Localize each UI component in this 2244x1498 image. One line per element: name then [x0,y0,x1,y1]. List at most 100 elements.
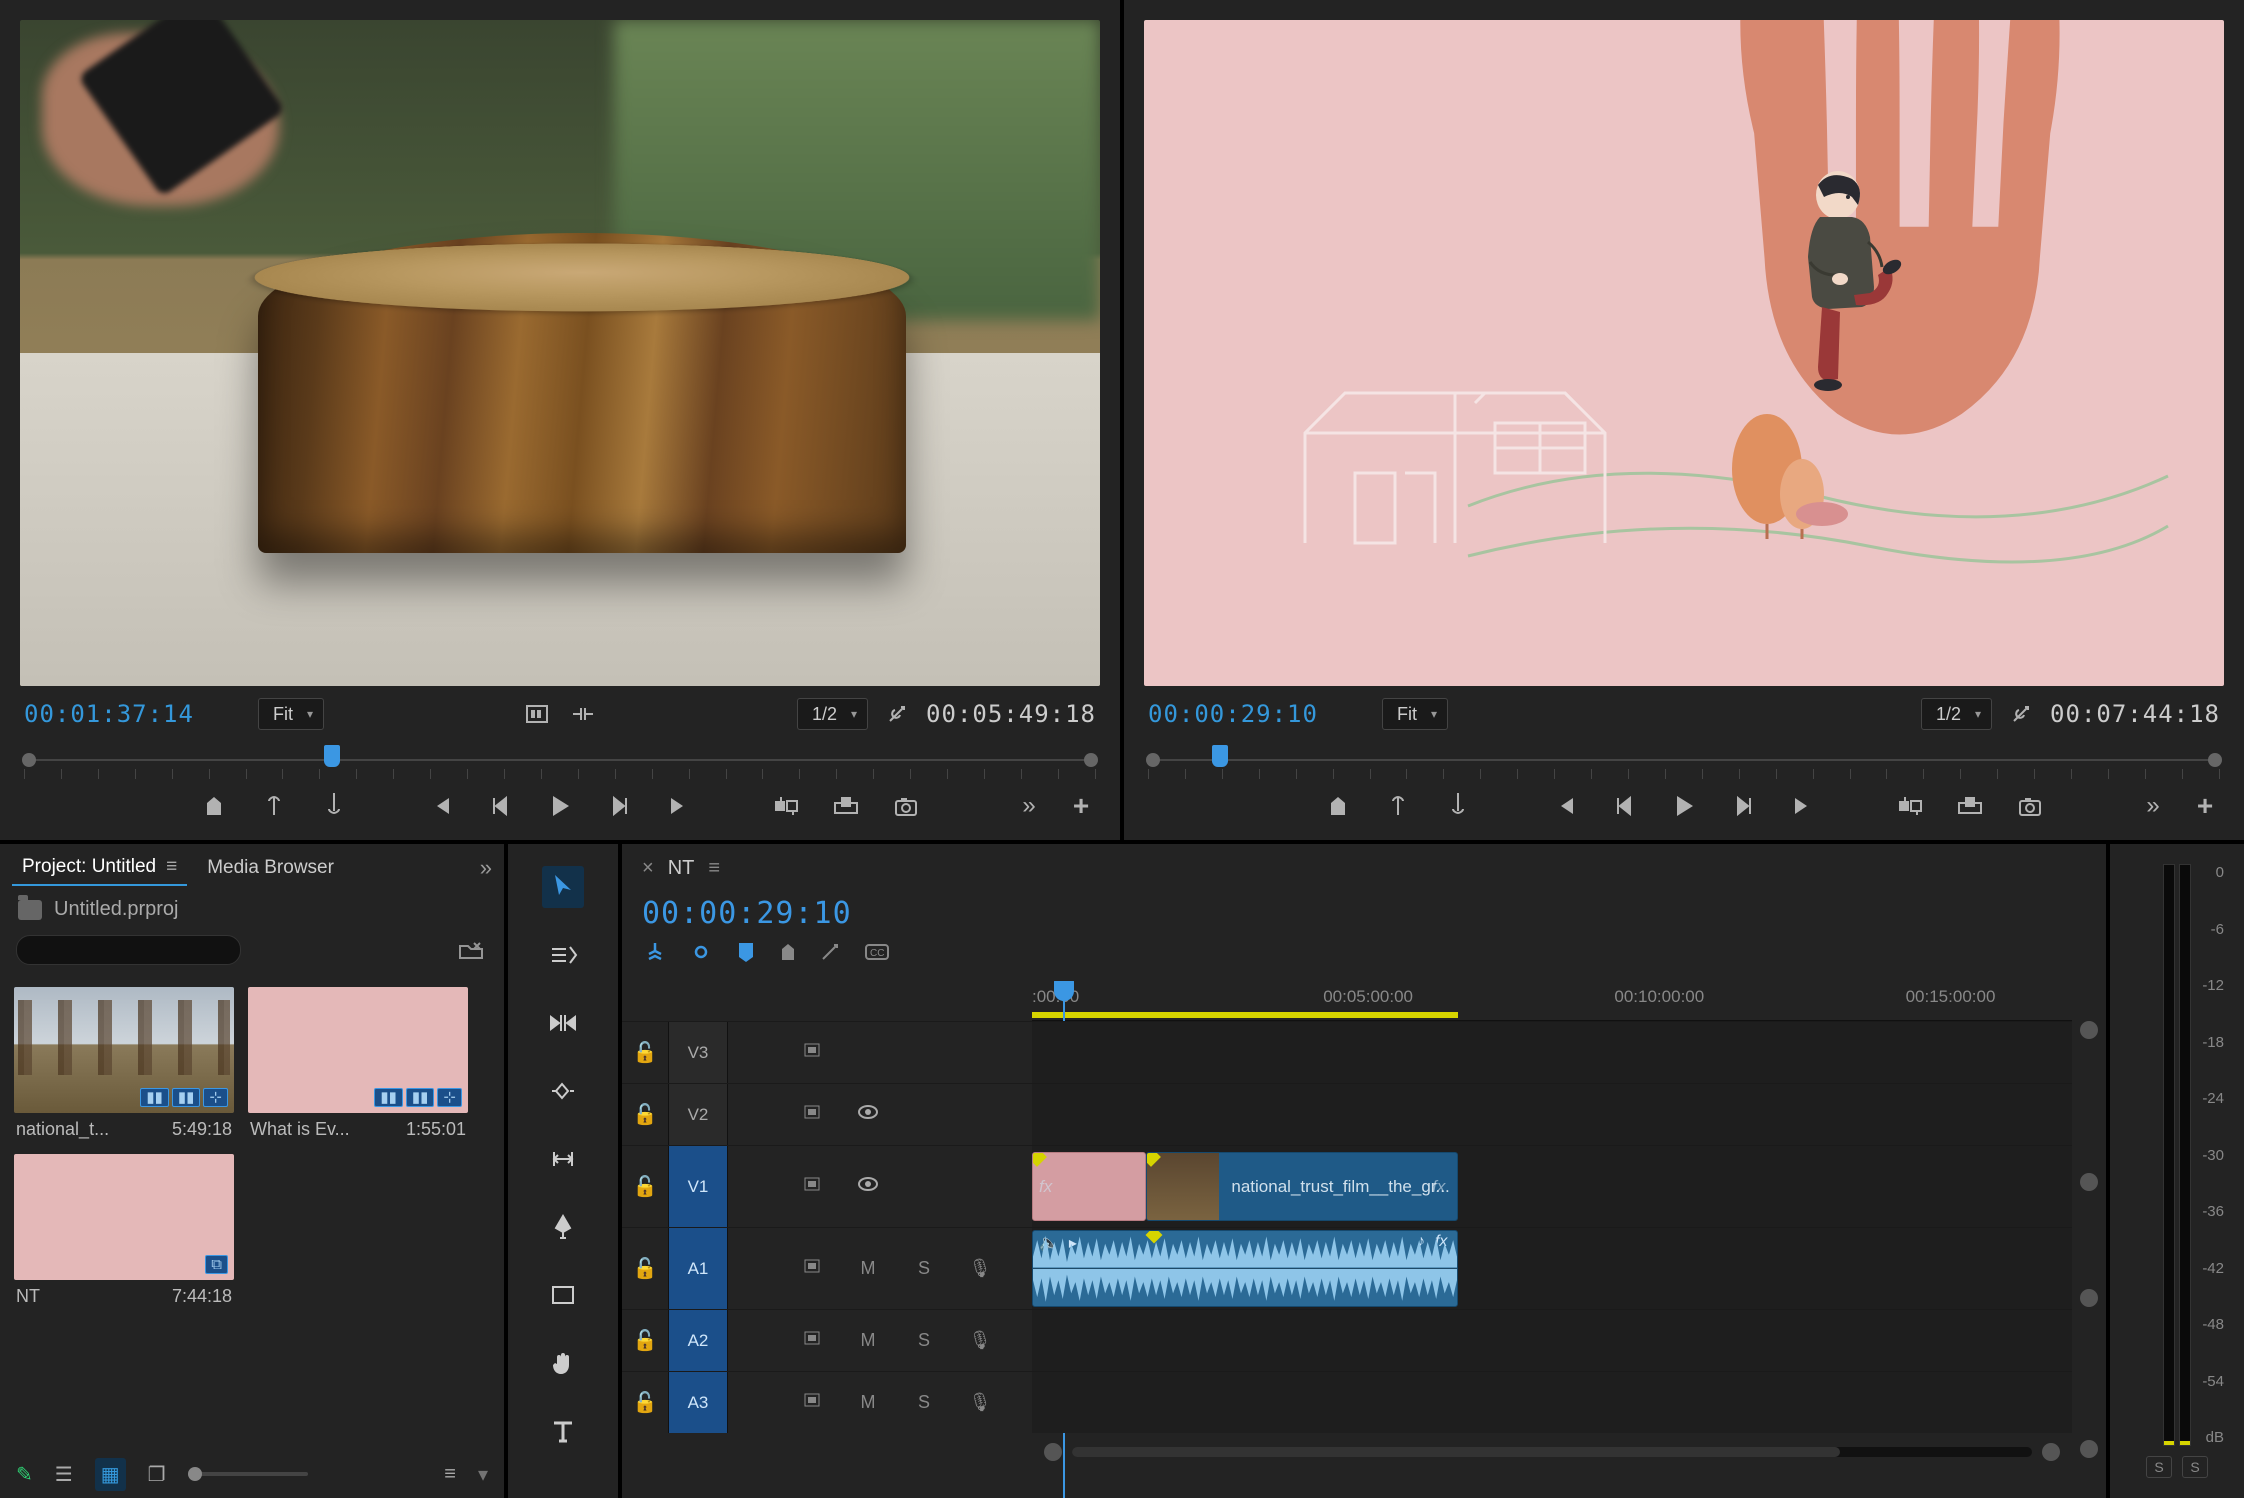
program-scrubber[interactable] [1148,742,2220,778]
add-marker-icon[interactable] [736,941,756,969]
export-frame-icon[interactable] [889,789,923,823]
freeform-view-icon[interactable]: ❐ [148,1462,166,1487]
go-to-in-icon[interactable] [1547,789,1581,823]
solo-button[interactable]: S [896,1392,952,1413]
type-tool[interactable] [542,1410,584,1452]
v-scroll-bottom[interactable] [2080,1440,2098,1458]
tab-project[interactable]: Project: Untitled ≡ [12,850,187,886]
timeline-h-scroll[interactable] [1032,1433,2072,1471]
eye-icon[interactable] [840,1104,896,1125]
slip-tool[interactable] [542,1138,584,1180]
zoom-in-handle[interactable] [2042,1443,2060,1461]
track-name[interactable]: A2 [668,1310,728,1371]
program-monitor-video[interactable] [1144,20,2224,686]
panel-menu-icon[interactable]: ≡ [166,856,177,878]
source-monitor-video[interactable] [20,20,1100,686]
source-zoom-dropdown[interactable]: Fit ▾ [258,698,324,730]
program-zoom-dropdown[interactable]: Fit ▾ [1382,698,1448,730]
auto-sequence-icon[interactable]: ▾ [478,1462,488,1487]
video-clip-main[interactable]: national_trust_film__the_gr... fx [1146,1152,1458,1221]
zoom-out-handle[interactable] [1044,1443,1062,1461]
mark-out-icon[interactable] [317,789,351,823]
add-button-icon[interactable]: + [1064,789,1098,823]
captions-icon[interactable]: CC [864,942,890,968]
selection-tool[interactable] [542,866,584,908]
sync-lock-icon[interactable] [784,1176,840,1197]
tab-media-browser[interactable]: Media Browser [197,851,344,885]
source-safe-margins-icon[interactable] [520,697,554,731]
mute-button[interactable]: M [840,1392,896,1413]
lock-icon[interactable]: 🔓 [622,1256,668,1281]
mute-button[interactable]: M [840,1258,896,1279]
play-icon[interactable] [1667,789,1701,823]
solo-button[interactable]: S [896,1330,952,1351]
program-settings-icon[interactable] [2004,697,2038,731]
thumbnail-size-slider[interactable] [188,1472,308,1476]
source-resolution-dropdown[interactable]: 1/2 ▾ [797,698,868,730]
track-name[interactable]: V2 [668,1084,728,1145]
mark-in-icon[interactable] [197,789,231,823]
video-clip-pink[interactable]: fx [1032,1152,1146,1221]
source-zoom-handle-left[interactable] [22,753,36,767]
go-to-in-icon[interactable] [423,789,457,823]
more-icon[interactable]: » [1012,789,1046,823]
track-name[interactable]: V3 [668,1022,728,1083]
track-header-v1[interactable]: 🔓 V1 [622,1145,1032,1227]
pen-tool[interactable] [542,1206,584,1248]
step-forward-icon[interactable] [1727,789,1761,823]
bin-clip-item[interactable]: ⧉ NT7:44:18 [14,1154,234,1307]
go-to-out-icon[interactable] [1787,789,1821,823]
sync-lock-icon[interactable] [784,1042,840,1063]
timeline-timecode[interactable]: 00:00:29:10 [622,892,2106,941]
insert-icon[interactable] [769,789,803,823]
sync-lock-icon[interactable] [784,1330,840,1351]
source-playhead[interactable] [324,745,340,767]
eye-icon[interactable] [840,1176,896,1197]
bin-clip-item[interactable]: ▮▮▮▮⊹ What is Ev...1:55:01 [248,987,468,1140]
sync-lock-icon[interactable] [784,1258,840,1279]
track-header-v2[interactable]: 🔓 V2 [622,1083,1032,1145]
linked-selection-icon[interactable] [690,941,712,969]
voice-over-icon[interactable]: 🎙 [952,1258,1008,1279]
track-name[interactable]: V1 [668,1146,728,1227]
solo-right-button[interactable]: S [2182,1456,2208,1478]
ripple-edit-tool[interactable] [542,1002,584,1044]
overwrite-icon[interactable] [829,789,863,823]
track-a2-lane[interactable] [1032,1309,2072,1371]
track-v3-lane[interactable] [1032,1021,2072,1083]
track-header-a2[interactable]: 🔓 A2 M S 🎙 [622,1309,1032,1371]
timeline-settings-icon[interactable] [820,942,840,968]
hand-tool[interactable] [542,1342,584,1384]
program-zoom-handle-right[interactable] [2208,753,2222,767]
new-bin-icon[interactable] [454,933,488,967]
track-a1-lane[interactable]: 🔈▸ ♪fx [1032,1227,2072,1309]
step-forward-icon[interactable] [603,789,637,823]
overflow-icon[interactable]: » [480,855,492,881]
audio-clip[interactable]: 🔈▸ ♪fx [1032,1230,1458,1307]
step-back-icon[interactable] [1607,789,1641,823]
solo-button[interactable]: S [896,1258,952,1279]
source-timecode-left[interactable]: 00:01:37:14 [24,700,194,728]
solo-left-button[interactable]: S [2146,1456,2172,1478]
play-icon[interactable] [543,789,577,823]
more-icon[interactable]: » [2136,789,2170,823]
timeline-marker-icon[interactable] [780,942,796,968]
tracks-content[interactable]: fx national_trust_film__the_gr... fx [1032,1021,2072,1433]
step-back-icon[interactable] [483,789,517,823]
source-zoom-handle-right[interactable] [1084,753,1098,767]
track-a3-lane[interactable] [1032,1371,2072,1433]
bin-clip-item[interactable]: ▮▮▮▮⊹ national_t...5:49:18 [14,987,234,1140]
sequence-name[interactable]: NT [668,857,695,880]
rate-stretch-tool[interactable] [542,1070,584,1112]
timeline-ruler[interactable]: :00:00 00:05:00:00 00:10:00:00 00:15:00:… [1032,981,2072,1021]
lock-icon[interactable]: 🔓 [622,1040,668,1065]
mark-out-icon[interactable] [1441,789,1475,823]
track-header-v3[interactable]: 🔓 V3 [622,1021,1032,1083]
lock-icon[interactable]: 🔓 [622,1174,668,1199]
v-scroll-mid[interactable] [2080,1173,2098,1191]
rectangle-tool[interactable] [542,1274,584,1316]
lock-icon[interactable]: 🔓 [622,1102,668,1127]
mute-button[interactable]: M [840,1330,896,1351]
mark-open-icon[interactable] [257,789,291,823]
export-frame-icon[interactable] [2013,789,2047,823]
